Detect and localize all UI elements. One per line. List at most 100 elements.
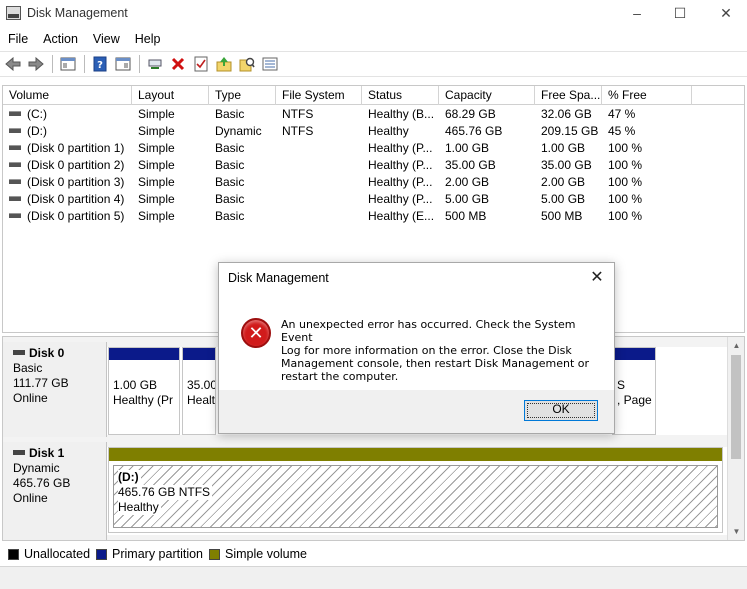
volume-icon <box>9 196 21 202</box>
table-cell-text: Simple <box>138 124 175 138</box>
table-cell-text: 100 % <box>608 175 643 189</box>
column-header-capacity[interactable]: Capacity <box>439 86 535 105</box>
disk-1-volume-d[interactable]: (D:) 465.76 GB NTFS Healthy <box>108 447 723 533</box>
forward-arrow-icon[interactable] <box>25 54 46 74</box>
table-row[interactable]: (Disk 0 partition 5) Simple Basic Healthy (… <box>3 208 744 225</box>
table-cell: (C:) <box>3 106 132 123</box>
table-cell: Healthy <box>362 123 439 140</box>
table-cell: 35.00 GB <box>535 157 602 174</box>
table-row[interactable]: (Disk 0 partition 1) Simple Basic Healthy (… <box>3 140 744 157</box>
disk-status: Online <box>13 491 48 505</box>
disk-type: Basic <box>13 361 43 375</box>
list-icon[interactable] <box>259 54 280 74</box>
table-cell: 47 % <box>602 106 692 123</box>
toolbar: ? <box>0 51 747 77</box>
table-cell: 5.00 GB <box>535 191 602 208</box>
table-cell-text: Basic <box>215 209 245 223</box>
back-arrow-icon[interactable] <box>2 54 23 74</box>
column-header-status[interactable]: Status <box>362 86 439 105</box>
table-cell-text: (D:) <box>27 124 47 138</box>
table-cell-text: Healthy (B... <box>368 107 435 121</box>
table-cell-text: Simple <box>138 192 175 206</box>
scrollbar-thumb[interactable] <box>731 355 741 459</box>
close-icon[interactable]: ✕ <box>703 0 747 27</box>
table-cell-text: Simple <box>138 107 175 121</box>
table-cell-text: (Disk 0 partition 3) <box>27 175 125 189</box>
table-cell-text: Healthy (P... <box>368 175 433 189</box>
table-cell-text: 47 % <box>608 107 636 121</box>
menu-view[interactable]: View <box>87 28 126 50</box>
column-header-volume[interactable]: Volume <box>3 86 132 105</box>
table-cell-text: 35.00 GB <box>541 158 592 172</box>
column-header-free-space[interactable]: Free Spa... <box>535 86 602 105</box>
disk-0-label[interactable]: Disk 0 Basic 111.77 GB Online <box>3 342 107 437</box>
table-cell-text: (C:) <box>27 107 47 121</box>
console-tree-icon[interactable] <box>57 54 78 74</box>
legend-swatch <box>96 548 108 560</box>
up-folder-icon[interactable] <box>213 54 234 74</box>
menu-help[interactable]: Help <box>129 28 167 50</box>
minimize-icon[interactable]: – <box>614 0 660 27</box>
table-cell-text: 100 % <box>608 158 643 172</box>
table-cell: 465.76 GB <box>439 123 535 140</box>
search-icon[interactable] <box>236 54 257 74</box>
table-row[interactable]: (Disk 0 partition 2) Simple Basic Healthy (… <box>3 157 744 174</box>
column-header-layout[interactable]: Layout <box>132 86 209 105</box>
menu-file[interactable]: File <box>2 28 34 50</box>
dialog-message-line: Log for more information on the error. C… <box>281 344 572 357</box>
table-cell: 45 % <box>602 123 692 140</box>
connect-icon[interactable] <box>144 54 165 74</box>
delete-icon[interactable] <box>167 54 188 74</box>
show-pane-icon[interactable] <box>112 54 133 74</box>
table-row[interactable]: (C:) Simple Basic NTFS Healthy (B... 68.29 GB… <box>3 106 744 123</box>
volume-icon <box>9 145 21 151</box>
error-icon: ✕ <box>241 318 271 348</box>
menu-action[interactable]: Action <box>37 28 84 50</box>
table-cell-text: (Disk 0 partition 4) <box>27 192 125 206</box>
table-cell-text: Dynamic <box>215 124 262 138</box>
table-cell-text: Simple <box>138 141 175 155</box>
error-dialog: Disk Management ✕ ✕ An unexpected error … <box>218 262 615 434</box>
table-cell-text: Basic <box>215 141 245 155</box>
table-row[interactable]: (Disk 0 partition 3) Simple Basic Healthy (… <box>3 174 744 191</box>
table-cell-text: 209.15 GB <box>541 124 599 138</box>
column-header-percent-free[interactable]: % Free <box>602 86 692 105</box>
table-cell-text: 32.06 GB <box>541 107 592 121</box>
disk-view-scrollbar[interactable]: ▲ ▼ <box>727 337 744 540</box>
table-cell: 500 MB <box>439 208 535 225</box>
table-cell-text: Basic <box>215 175 245 189</box>
dialog-close-icon[interactable]: ✕ <box>586 267 608 289</box>
table-cell: (Disk 0 partition 3) <box>3 174 132 191</box>
ok-button[interactable]: OK <box>524 400 598 421</box>
table-row[interactable]: (Disk 0 partition 4) Simple Basic Healthy (… <box>3 191 744 208</box>
disk-name: Disk 1 <box>29 446 65 460</box>
disk-0-partition-1[interactable]: 1.00 GB Healthy (Pr <box>108 347 180 435</box>
volume-icon <box>9 162 21 168</box>
properties-icon[interactable] <box>190 54 211 74</box>
table-cell-text: Healthy (P... <box>368 141 433 155</box>
scroll-up-icon[interactable]: ▲ <box>728 337 745 354</box>
table-row[interactable]: (D:) Simple Dynamic NTFS Healthy 465.76 GB 209… <box>3 123 744 140</box>
table-cell-text: 465.76 GB <box>445 124 503 138</box>
table-cell-text: Healthy (P... <box>368 192 433 206</box>
volume-icon <box>9 111 21 117</box>
disk-0-partition-c[interactable]: S, Page <box>612 347 656 435</box>
maximize-icon[interactable]: ☐ <box>657 0 703 27</box>
column-header-file-system[interactable]: File System <box>276 86 362 105</box>
help-icon[interactable]: ? <box>89 54 110 74</box>
scroll-down-icon[interactable]: ▼ <box>728 523 745 540</box>
table-cell: Basic <box>209 140 276 157</box>
partition-status: , Page <box>617 393 652 407</box>
column-header-type[interactable]: Type <box>209 86 276 105</box>
disk-0-partition-2[interactable]: 35.00 Healt <box>182 347 216 435</box>
table-cell: 32.06 GB <box>535 106 602 123</box>
dialog-footer: OK <box>219 390 614 433</box>
table-cell-text: Healthy <box>368 124 409 138</box>
table-cell-text: 68.29 GB <box>445 107 496 121</box>
dialog-title: Disk Management <box>228 271 329 285</box>
table-cell: 1.00 GB <box>535 140 602 157</box>
table-cell-text: NTFS <box>282 107 314 121</box>
table-cell-text: 5.00 GB <box>445 192 490 206</box>
disk-1-label[interactable]: Disk 1 Dynamic 465.76 GB Online <box>3 442 107 540</box>
table-cell-text: Simple <box>138 209 175 223</box>
